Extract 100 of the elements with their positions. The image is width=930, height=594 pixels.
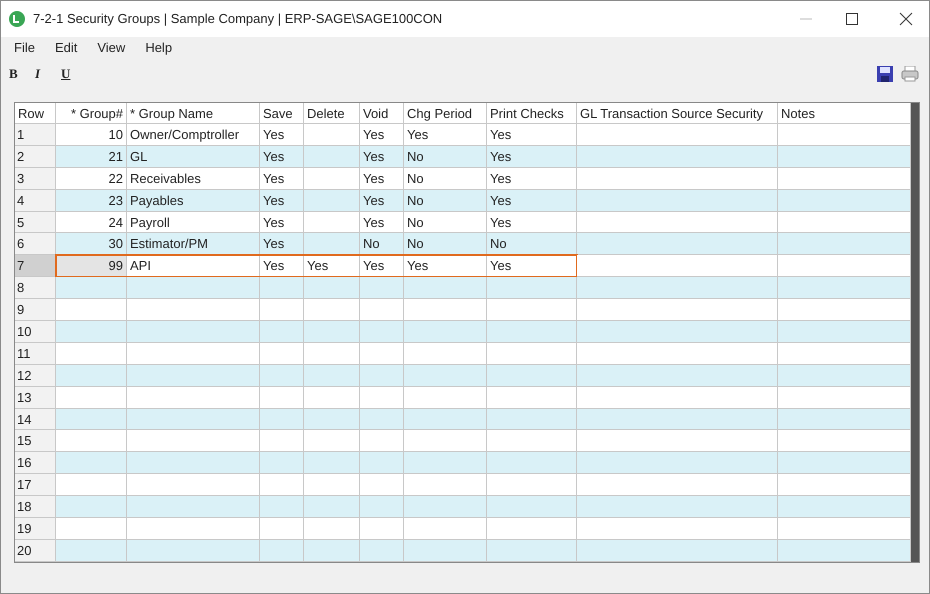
table-cell[interactable] [127,452,260,474]
table-cell[interactable] [577,342,778,365]
table-cell[interactable] [260,408,304,430]
table-cell[interactable] [127,496,260,518]
format-button[interactable]: I [33,64,59,84]
table-cell[interactable]: Yes [487,190,577,212]
table-cell[interactable] [577,299,778,322]
table-cell[interactable] [304,386,360,409]
row-number-cell[interactable]: 1 [15,124,56,146]
table-cell[interactable] [778,496,911,518]
row-number-cell[interactable]: 6 [15,233,56,256]
table-cell[interactable]: Yes [487,146,577,168]
table-cell[interactable] [487,452,577,474]
table-cell[interactable] [487,540,577,562]
table-cell[interactable] [778,212,911,234]
row-number-cell[interactable]: 10 [15,321,56,343]
table-cell[interactable] [127,430,260,452]
table-cell[interactable] [56,299,127,322]
table-cell[interactable] [127,540,260,562]
table-cell[interactable] [127,321,260,343]
printer-icon[interactable] [901,66,919,82]
table-cell[interactable]: 99 [56,255,127,278]
table-cell[interactable]: No [360,233,404,256]
table-cell[interactable] [56,386,127,409]
table-cell[interactable] [304,146,360,168]
table-cell[interactable] [260,518,304,540]
table-cell[interactable] [778,277,911,300]
table-cell[interactable] [404,496,487,518]
table-cell[interactable]: 24 [56,212,127,234]
table-cell[interactable] [56,496,127,518]
table-cell[interactable] [487,408,577,430]
row-number-cell[interactable]: 2 [15,146,56,168]
table-cell[interactable]: No [404,190,487,212]
table-cell[interactable] [487,321,577,343]
table-cell[interactable] [404,540,487,562]
table-cell[interactable]: No [404,233,487,256]
table-cell[interactable] [577,540,778,562]
table-cell[interactable] [577,452,778,474]
table-cell[interactable] [404,408,487,430]
table-cell[interactable] [304,518,360,540]
table-cell[interactable]: Yes [260,146,304,168]
table-cell[interactable] [577,190,778,212]
table-cell[interactable]: API [127,255,260,278]
column-header[interactable]: Notes [778,103,911,124]
table-cell[interactable]: Yes [260,212,304,234]
table-cell[interactable] [577,386,778,409]
table-cell[interactable] [304,212,360,234]
table-cell[interactable] [260,321,304,343]
table-cell[interactable] [404,474,487,496]
table-cell[interactable] [127,474,260,496]
row-number-cell[interactable]: 13 [15,386,56,409]
table-cell[interactable] [360,386,404,409]
column-header[interactable]: Delete [304,103,360,124]
table-cell[interactable] [577,321,778,343]
table-cell[interactable] [778,342,911,365]
table-cell[interactable]: Yes [404,255,487,278]
column-header[interactable]: Chg Period [404,103,487,124]
table-cell[interactable] [304,342,360,365]
table-cell[interactable] [56,277,127,300]
table-cell[interactable]: Payables [127,190,260,212]
table-cell[interactable] [577,124,778,146]
row-number-cell[interactable]: 9 [15,299,56,322]
table-cell[interactable] [404,299,487,322]
table-cell[interactable] [778,190,911,212]
table-cell[interactable] [404,518,487,540]
menu-item[interactable]: View [90,38,132,58]
table-cell[interactable]: Yes [360,146,404,168]
table-cell[interactable] [404,342,487,365]
table-cell[interactable] [577,518,778,540]
table-cell[interactable]: 10 [56,124,127,146]
table-cell[interactable]: Yes [304,255,360,278]
table-cell[interactable]: Owner/Comptroller [127,124,260,146]
table-cell[interactable] [260,540,304,562]
table-cell[interactable] [304,321,360,343]
table-cell[interactable]: Yes [260,255,304,278]
table-cell[interactable] [577,255,778,278]
table-cell[interactable] [778,408,911,430]
table-cell[interactable] [487,299,577,322]
column-header[interactable]: * Group Name [127,103,260,124]
table-cell[interactable] [404,386,487,409]
table-cell[interactable]: Receivables [127,168,260,190]
table-cell[interactable] [304,233,360,256]
table-cell[interactable] [56,408,127,430]
table-cell[interactable] [127,364,260,387]
close-icon[interactable] [899,12,913,26]
row-number-cell[interactable]: 3 [15,168,56,190]
table-cell[interactable] [304,408,360,430]
table-cell[interactable] [360,430,404,452]
table-cell[interactable] [360,277,404,300]
table-cell[interactable]: 22 [56,168,127,190]
table-cell[interactable] [360,364,404,387]
table-cell[interactable] [778,540,911,562]
table-cell[interactable] [577,430,778,452]
row-number-cell[interactable]: 8 [15,277,56,300]
table-cell[interactable]: Yes [360,255,404,278]
row-number-cell[interactable]: 7 [15,255,56,278]
table-cell[interactable] [577,212,778,234]
menu-item[interactable]: File [7,38,42,58]
table-cell[interactable] [260,474,304,496]
table-cell[interactable]: Yes [360,212,404,234]
